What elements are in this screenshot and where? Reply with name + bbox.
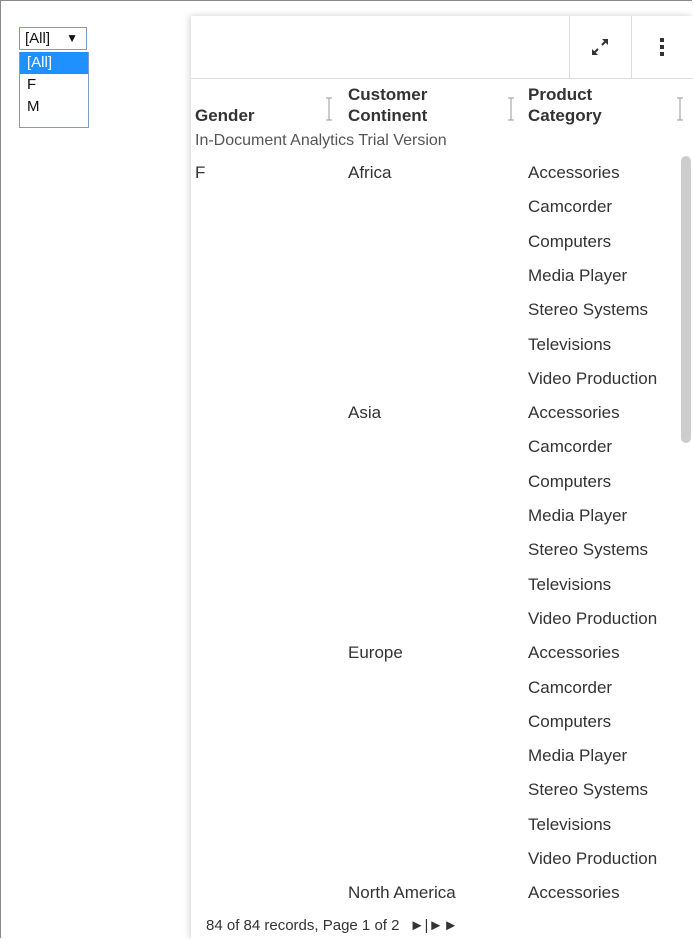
- cell-category: Computers: [528, 232, 612, 251]
- gender-filter-select[interactable]: [All] ▼: [19, 27, 87, 50]
- cell-continent: Africa: [348, 163, 392, 182]
- sort-icon[interactable]: [676, 96, 684, 122]
- cell-category: Video Production: [528, 369, 658, 388]
- cell-category: Media Player: [528, 506, 628, 525]
- sort-icon[interactable]: [507, 96, 515, 122]
- cell-category: Video Production: [528, 609, 658, 628]
- panel-toolbar: [191, 16, 693, 79]
- cell-category: Stereo Systems: [528, 540, 648, 559]
- pagination-footer: 84 of 84 records, Page 1 of 2 ►|►►: [206, 917, 458, 934]
- cell-category: Computers: [528, 712, 612, 731]
- filter-option-m[interactable]: M: [20, 96, 88, 118]
- cell-category: Accessories: [528, 403, 620, 422]
- cell-category: Camcorder: [528, 678, 613, 697]
- cell-category: Televisions: [528, 575, 612, 594]
- cell-category: Accessories: [528, 163, 620, 182]
- cell-category: Accessories: [528, 643, 620, 662]
- cell-category: Televisions: [528, 815, 612, 834]
- header-customer-continent[interactable]: Customer Continent: [348, 84, 427, 126]
- cell-category: Camcorder: [528, 437, 613, 456]
- report-panel: Gender Customer Continent Product Catego…: [191, 16, 693, 939]
- header-product-category[interactable]: Product Category: [528, 84, 602, 126]
- cell-category: Media Player: [528, 746, 628, 765]
- filter-option-f[interactable]: F: [20, 74, 88, 96]
- header-gender[interactable]: Gender: [195, 105, 255, 126]
- cell-category: Accessories: [528, 883, 620, 902]
- cell-category: Stereo Systems: [528, 780, 648, 799]
- cell-category: Televisions: [528, 335, 612, 354]
- cell-category: Media Player: [528, 266, 628, 285]
- sort-icon[interactable]: [325, 96, 333, 122]
- more-vertical-icon: [660, 38, 664, 56]
- cell-gender: F: [195, 163, 206, 182]
- expand-button[interactable]: [569, 16, 630, 78]
- vertical-scrollbar[interactable]: [681, 156, 691, 443]
- chevron-down-icon: ▼: [66, 31, 78, 45]
- next-page-button[interactable]: ►|►►: [410, 917, 458, 934]
- filter-option-all[interactable]: [All]: [20, 52, 88, 74]
- filter-options-list: [All] F M: [19, 52, 89, 128]
- filter-selected-value: [All]: [25, 30, 51, 47]
- cell-continent: Europe: [348, 643, 403, 662]
- expand-icon: [592, 39, 608, 55]
- cell-category: Stereo Systems: [528, 300, 648, 319]
- cell-category: Computers: [528, 472, 612, 491]
- cell-continent: North America: [348, 883, 456, 902]
- cell-category: Camcorder: [528, 197, 613, 216]
- cell-continent: Asia: [348, 403, 382, 422]
- cell-category: Video Production: [528, 849, 658, 868]
- records-status: 84 of 84 records, Page 1 of 2: [206, 917, 400, 934]
- more-options-button[interactable]: [631, 16, 692, 78]
- trial-version-note: In-Document Analytics Trial Version: [195, 132, 447, 149]
